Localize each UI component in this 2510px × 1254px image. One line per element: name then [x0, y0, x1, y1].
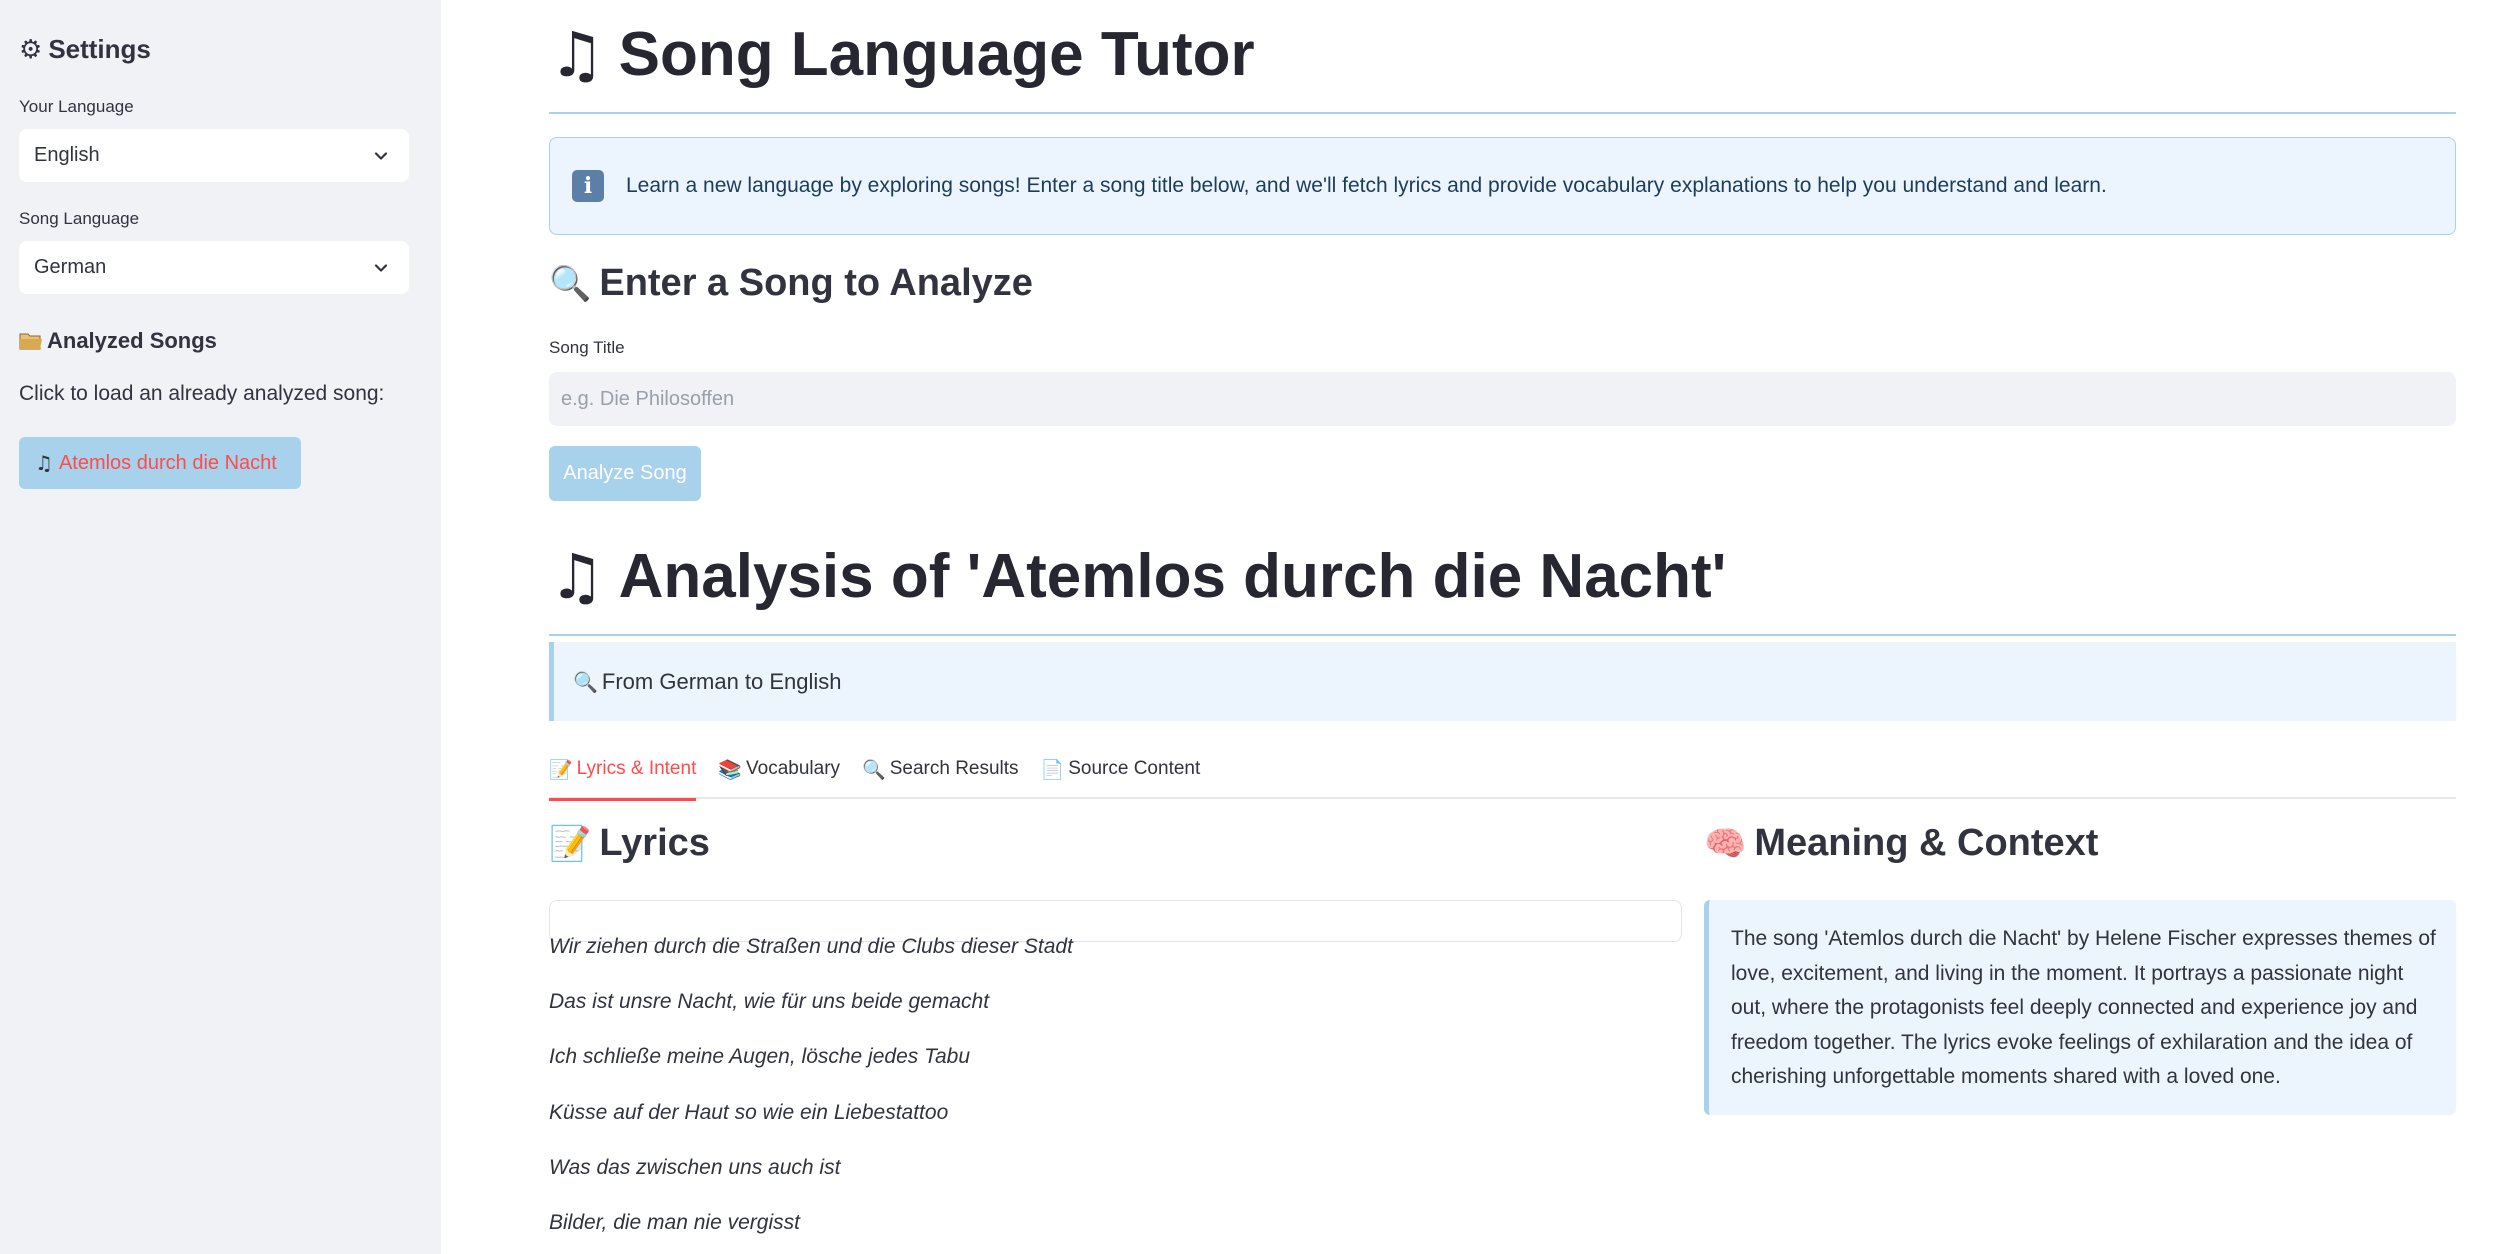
meaning-context-box: The song 'Atemlos durch die Nacht' by He… [1704, 900, 2456, 1115]
page-icon: 📄 [1040, 759, 1065, 781]
your-language-value: English [34, 144, 100, 166]
lyric-line: Küsse auf der Haut so wie ein Liebestatt… [549, 1101, 949, 1124]
lyric-line: Bilder, die man nie vergisst [549, 1211, 800, 1234]
analyzed-song-button[interactable]: ♫ Atemlos durch die Nacht [19, 437, 301, 489]
analyzed-song-label: Atemlos durch die Nacht [58, 451, 277, 474]
tab-lyrics-intent[interactable]: 📝 Lyrics & Intent [549, 755, 697, 801]
folder-icon [19, 333, 42, 350]
books-icon: 📚 [718, 759, 743, 781]
memo-icon: 📝 [549, 823, 592, 864]
brain-icon: 🧠 [1704, 823, 1747, 864]
magnifier-icon: 🔍 [549, 263, 592, 304]
lyrics-heading-text: Lyrics [599, 822, 710, 864]
info-text: Learn a new language by exploring songs!… [626, 174, 2107, 197]
lyric-line: Ich schließe meine Augen, lösche jedes T… [549, 1045, 971, 1068]
page-title: ♫ Song Language Tutor [549, 18, 1255, 91]
song-title-input[interactable] [549, 372, 2456, 426]
tab-search-results[interactable]: 🔍 Search Results [862, 755, 1019, 799]
analysis-title: ♫ Analysis of 'Atemlos durch die Nacht' [549, 540, 1726, 613]
sidebar-title: ⚙ Settings [19, 34, 151, 65]
page-title-text: Song Language Tutor [618, 20, 1255, 89]
your-language-select[interactable]: English [19, 129, 409, 182]
magnifier-icon: 🔍 [862, 759, 886, 781]
song-language-select[interactable]: German [19, 241, 409, 294]
tab-label: Lyrics & Intent [576, 758, 697, 779]
info-banner: i Learn a new language by exploring song… [549, 137, 2456, 235]
music-note-icon: ♫ [549, 18, 605, 91]
enter-song-heading-text: Enter a Song to Analyze [599, 262, 1033, 304]
analyze-song-button[interactable]: Analyze Song [549, 446, 701, 501]
lyric-line: Das ist unsre Nacht, wie für uns beide g… [549, 990, 990, 1013]
app-root: ⚙ Settings Your Language English Song La… [0, 0, 2510, 1254]
analysis-tabs: 📝 Lyrics & Intent 📚 Vocabulary 🔍 Search … [549, 755, 2456, 801]
tab-vocabulary[interactable]: 📚 Vocabulary [718, 755, 840, 799]
magnifier-icon: 🔍 [573, 669, 598, 694]
sidebar-title-text: Settings [48, 34, 151, 64]
song-title-label: Song Title [549, 338, 625, 357]
analyzed-songs-heading: Analyzed Songs [19, 328, 217, 354]
tab-label: Vocabulary [746, 758, 841, 779]
analysis-divider [549, 634, 2456, 636]
tab-label: Source Content [1068, 758, 1201, 779]
lyrics-heading: 📝 Lyrics [549, 822, 710, 865]
gear-icon: ⚙ [19, 34, 43, 65]
tab-label: Search Results [889, 758, 1019, 779]
music-note-icon: ♫ [549, 540, 605, 613]
chevron-down-icon [374, 151, 388, 160]
your-language-label: Your Language [19, 97, 134, 116]
song-language-value: German [34, 256, 107, 278]
enter-song-heading: 🔍 Enter a Song to Analyze [549, 262, 1033, 305]
analyzed-songs-hint: Click to load an already analyzed song: [19, 382, 385, 405]
chevron-down-icon [374, 263, 388, 272]
language-direction-text: From German to English [601, 668, 842, 694]
language-direction-banner: 🔍 From German to English [549, 642, 2456, 721]
info-icon: i [572, 170, 604, 202]
title-divider [549, 112, 2456, 114]
song-language-label: Song Language [19, 209, 140, 228]
music-note-icon: ♫ [35, 451, 53, 475]
meaning-heading: 🧠 Meaning & Context [1704, 822, 2098, 865]
memo-icon: 📝 [549, 759, 573, 781]
analysis-title-text: Analysis of 'Atemlos durch die Nacht' [618, 542, 1727, 611]
lyric-line: Wir ziehen durch die Straßen und die Clu… [549, 935, 1073, 958]
lyric-line: Was das zwischen uns auch ist [549, 1156, 841, 1179]
meaning-heading-text: Meaning & Context [1754, 822, 2099, 864]
tab-source-content[interactable]: 📄 Source Content [1041, 755, 1201, 799]
analyzed-songs-heading-text: Analyzed Songs [47, 328, 217, 353]
sidebar: ⚙ Settings Your Language English Song La… [0, 0, 441, 1254]
